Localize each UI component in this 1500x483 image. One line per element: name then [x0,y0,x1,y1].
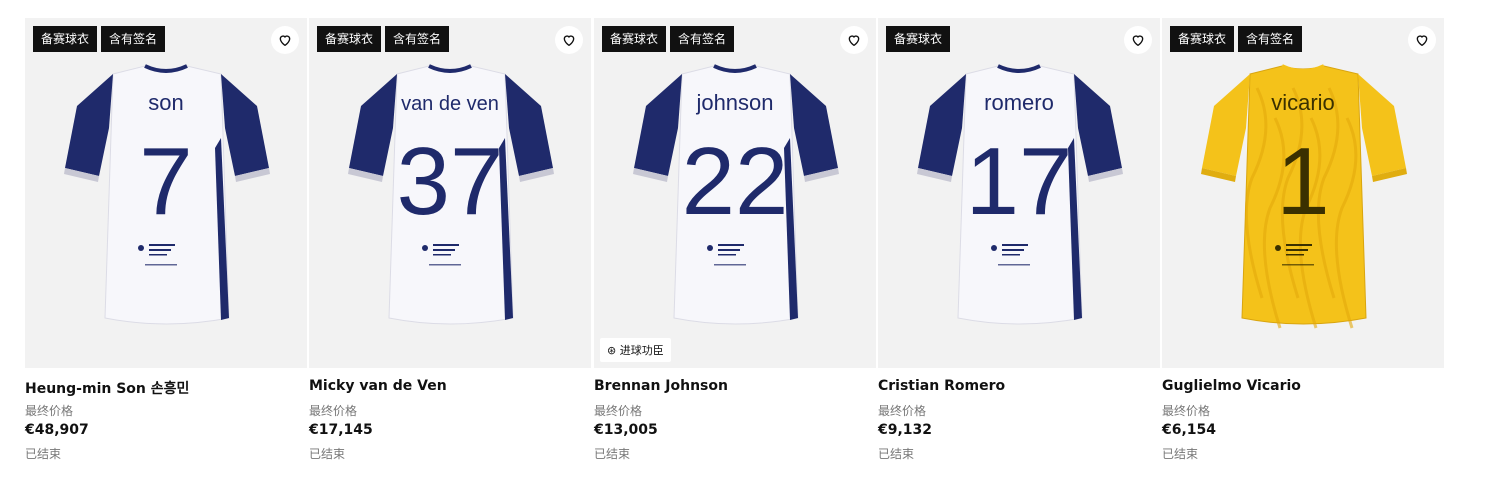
heart-outline-icon [1416,35,1428,46]
signed-badge: 含有签名 [1238,26,1303,52]
jersey-print-number: 17 [966,128,1073,235]
jersey-print-name: romero [984,90,1054,115]
price-label: 最终价格 [1162,404,1211,418]
product-card[interactable]: son 7 备赛球衣 含有签名 Heung-min Son 손흥민 最终价格 €48,907… [25,18,307,468]
jersey-print-name: son [148,90,183,115]
price-label: 最终价格 [878,404,927,418]
signed-badge: 含有签名 [670,26,735,52]
jersey-print-name: van de ven [401,93,499,115]
match-worn-badge: 备赛球衣 [1170,26,1235,52]
product-name[interactable]: Heung-min Son 손흥민 [25,378,189,398]
favorite-button[interactable] [840,26,868,54]
auction-status: 已结束 [25,447,62,461]
heart-outline-icon [279,35,291,46]
jersey-image: son 7 [64,64,270,325]
jersey-print-number: 22 [682,128,789,235]
signed-badge: 含有签名 [385,26,450,52]
auction-status: 已结束 [878,447,915,461]
badge-group: 备赛球衣 含有签名 [33,26,166,52]
favorite-button[interactable] [1408,26,1436,54]
product-grid: son 7 备赛球衣 含有签名 Heung-min Son 손흥민 最终价格 €48,907… [0,0,1500,483]
match-worn-badge: 备赛球衣 [886,26,951,52]
jersey-print-name: vicario [1271,90,1335,115]
badge-group: 备赛球衣 含有签名 [602,26,735,52]
final-price: €17,145 [309,422,373,438]
final-price: €48,907 [25,422,89,438]
auction-status: 已结束 [309,447,346,461]
jersey-print-number: 1 [1276,128,1329,235]
heart-outline-icon [563,35,575,46]
price-label: 最终价格 [25,404,74,418]
product-image[interactable]: son 7 备赛球衣 含有签名 [25,18,307,368]
heart-outline-icon [848,35,860,46]
product-name[interactable]: Guglielmo Vicario [1162,378,1301,394]
product-name[interactable]: Cristian Romero [878,378,1005,394]
auction-status: 已结束 [1162,447,1199,461]
product-card[interactable]: vicario 1 备赛球衣 含有签名 Guglielmo Vicario 最终价格 €6,… [1162,18,1444,468]
final-price: €6,154 [1162,422,1217,438]
jersey-image: vicario 1 [1201,64,1407,329]
final-price: €9,132 [878,422,933,438]
heart-outline-icon [1132,35,1144,46]
final-price: €13,005 [594,422,658,438]
product-name[interactable]: Brennan Johnson [594,378,728,394]
price-label: 最终价格 [594,404,643,418]
product-image[interactable]: vicario 1 备赛球衣 含有签名 [1162,18,1444,368]
product-name[interactable]: Micky van de Ven [309,378,447,394]
goal-hero-tag: ⊛ 进球功臣 [600,338,671,362]
product-card[interactable]: romero 17 备赛球衣 Cristian Romero 最终价格 €9,132 已结束 [878,18,1160,468]
jersey-image: johnson 22 [633,64,839,325]
product-card[interactable]: van de ven 37 备赛球衣 含有签名 Micky van de Ven 最终价格… [309,18,591,468]
favorite-button[interactable] [555,26,583,54]
badge-group: 备赛球衣 含有签名 [1170,26,1303,52]
favorite-button[interactable] [1124,26,1152,54]
match-worn-badge: 备赛球衣 [317,26,382,52]
jersey-image: van de ven 37 [348,64,554,325]
product-image[interactable]: van de ven 37 备赛球衣 含有签名 [309,18,591,368]
match-worn-badge: 备赛球衣 [33,26,98,52]
badge-group: 备赛球衣 [886,26,951,52]
jersey-print-name: johnson [695,90,773,115]
product-image[interactable]: johnson 22 备赛球衣 含有签名 ⊛ 进球功臣 [594,18,876,368]
favorite-button[interactable] [271,26,299,54]
jersey-image: romero 17 [917,64,1123,325]
match-worn-badge: 备赛球衣 [602,26,667,52]
product-card[interactable]: johnson 22 备赛球衣 含有签名 ⊛ 进球功臣 Brennan Johnson 最终… [594,18,876,468]
price-label: 最终价格 [309,404,358,418]
signed-badge: 含有签名 [101,26,166,52]
product-image[interactable]: romero 17 备赛球衣 [878,18,1160,368]
jersey-print-number: 37 [397,128,504,235]
badge-group: 备赛球衣 含有签名 [317,26,450,52]
auction-status: 已结束 [594,447,631,461]
jersey-print-number: 7 [139,128,192,235]
